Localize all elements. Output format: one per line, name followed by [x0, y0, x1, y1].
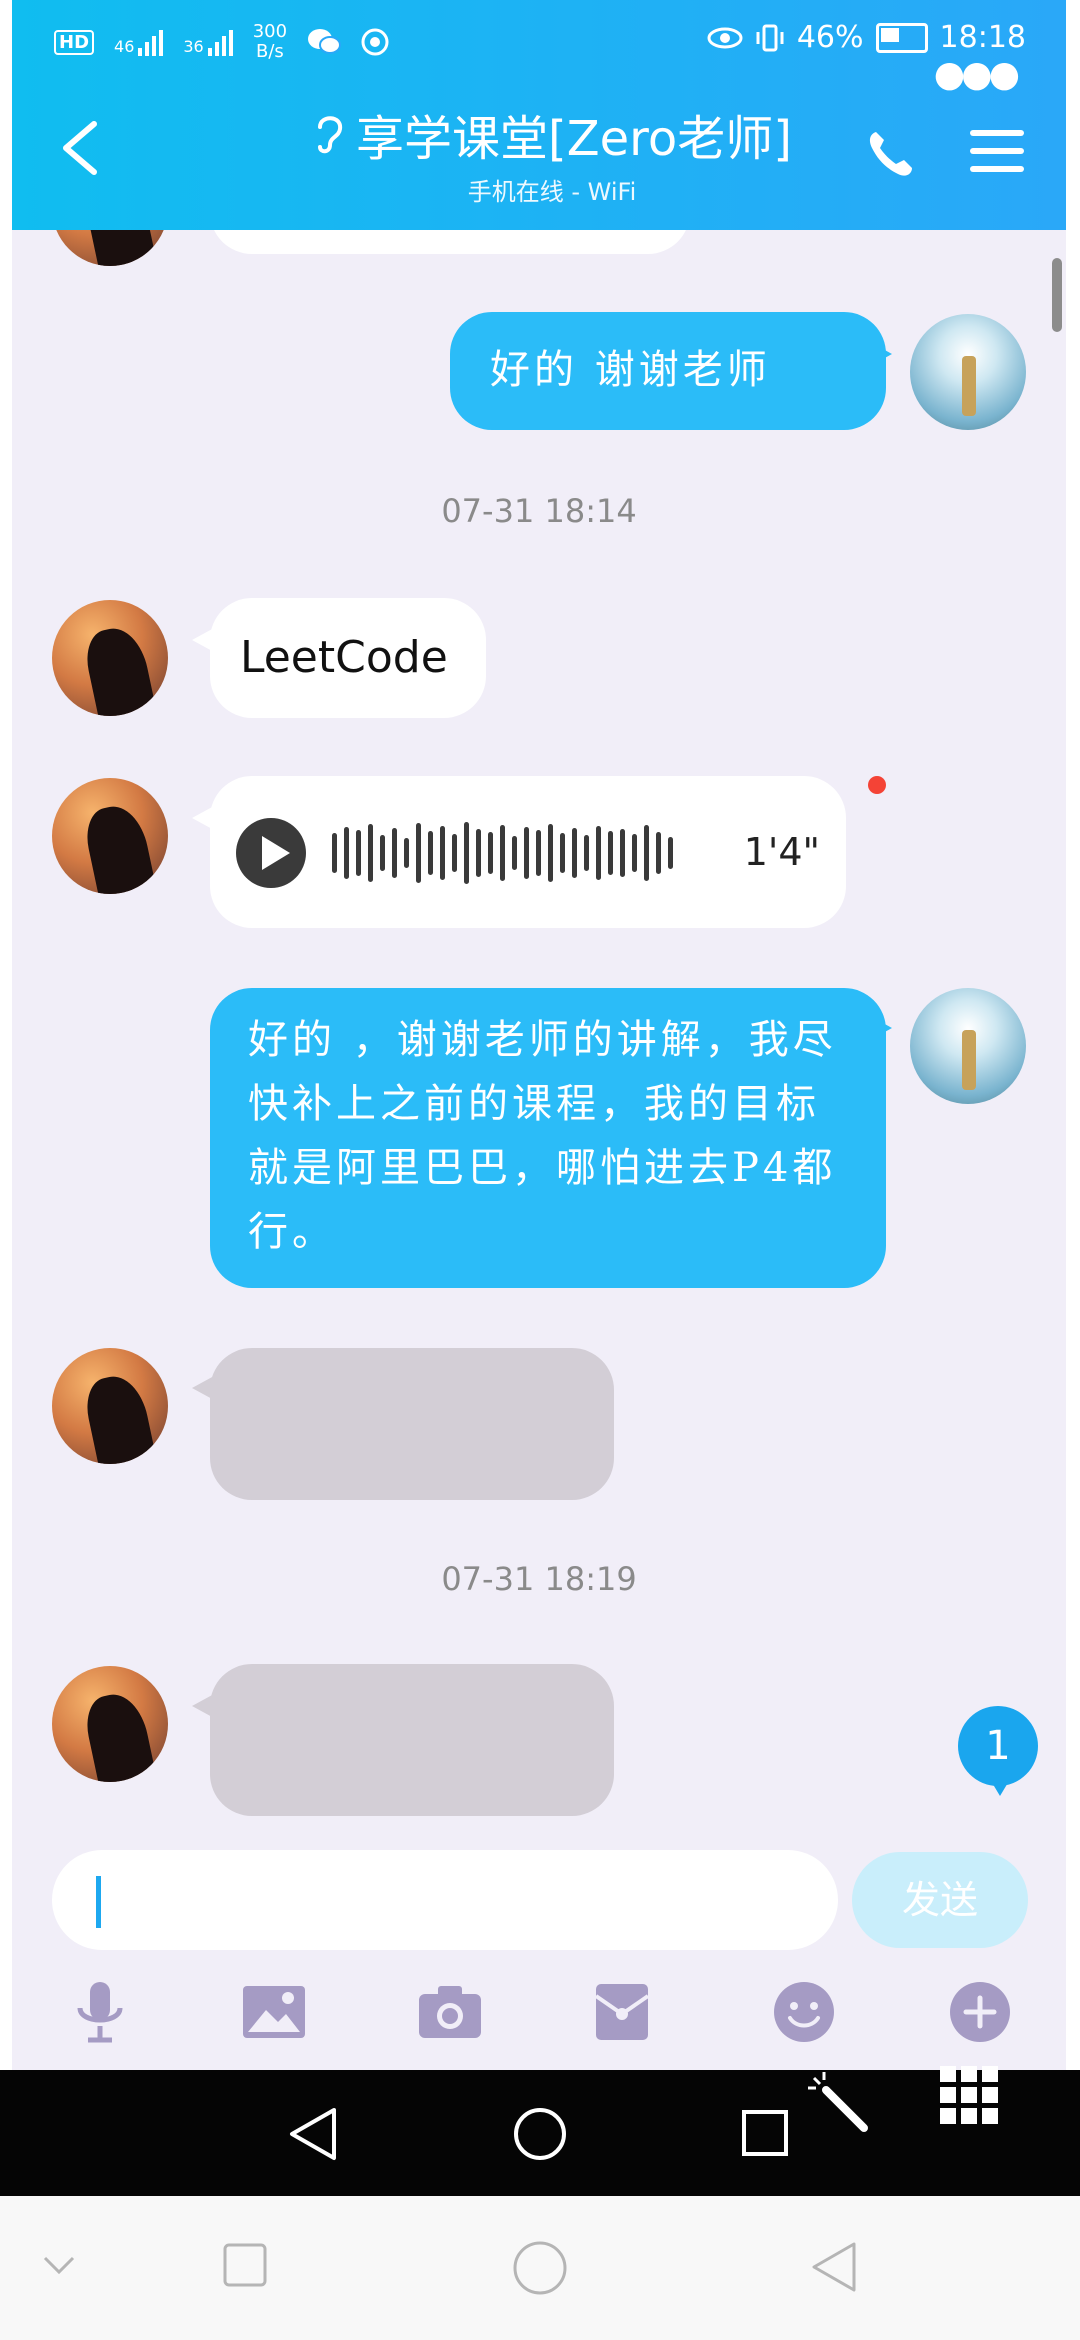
chat-title-text: 享学课堂[Zero老师]	[356, 111, 792, 167]
teacher-avatar[interactable]	[52, 778, 168, 894]
unread-voice-dot	[868, 776, 886, 794]
magic-wand-icon[interactable]	[804, 2068, 874, 2138]
message-bubble-outgoing[interactable]: 好的 谢谢老师	[450, 312, 886, 430]
clock: 18:18	[939, 20, 1026, 55]
screen-edge-left	[0, 0, 12, 2070]
teacher-avatar[interactable]	[52, 600, 168, 716]
message-input[interactable]	[52, 1850, 838, 1950]
message-bubble-incoming[interactable]: LeetCode	[210, 598, 486, 718]
keypad-grid-icon[interactable]	[938, 2064, 1000, 2126]
eye-icon	[707, 27, 743, 48]
ear-icon	[318, 116, 343, 154]
red-packet-icon[interactable]	[592, 1980, 652, 2044]
screen-edge-right	[1066, 0, 1080, 2070]
speed-value: 300	[252, 21, 288, 42]
text-cursor	[96, 1876, 101, 1928]
send-button[interactable]: 发送	[852, 1852, 1028, 1948]
waveform-icon	[332, 820, 673, 886]
teacher-avatar[interactable]	[52, 1348, 168, 1464]
new-message-count-badge[interactable]: 1	[958, 1706, 1038, 1796]
more-dots-icon: ●●●	[933, 54, 1020, 95]
message-bubble-loading[interactable]	[210, 1348, 614, 1500]
nav-recents-icon[interactable]	[740, 2108, 790, 2158]
battery-icon	[875, 22, 928, 53]
speed-unit: B/s	[256, 41, 284, 62]
chevron-down-icon[interactable]	[42, 2254, 76, 2276]
message-text: LeetCode	[240, 632, 448, 683]
status-bar: HD 46 36 300 B/s 46% 18:18	[12, 0, 1066, 84]
online-status: 手机在线 - WiFi	[467, 178, 637, 206]
recents-icon[interactable]	[222, 2242, 268, 2288]
chat-header: HD 46 36 300 B/s 46% 18:18 ●●● 享学课堂[Zero…	[12, 0, 1066, 230]
back-triangle-icon[interactable]	[808, 2240, 858, 2294]
battery-percent: 46%	[796, 20, 864, 55]
system-nav-bar	[0, 2066, 1080, 2196]
image-icon[interactable]	[240, 1980, 308, 2044]
message-text: 好的 谢谢老师	[490, 347, 771, 393]
nav-home-icon[interactable]	[512, 2106, 568, 2162]
signal-icon	[207, 28, 233, 56]
message-text: 好的 ，谢谢老师的讲解，我尽快补上之前的课程，我的目标就是阿里巴巴，哪怕进去P4…	[248, 1017, 837, 1255]
sim2-signal: 36	[183, 28, 233, 56]
signal-icon	[138, 28, 164, 56]
chat-title: 享学课堂[Zero老师]	[252, 108, 852, 170]
wechat-icon	[308, 29, 342, 54]
my-avatar[interactable]	[910, 988, 1026, 1104]
secondary-nav-bar	[0, 2196, 1080, 2340]
status-left: HD 46 36 300 B/s	[54, 22, 389, 62]
phone-call-icon[interactable]	[862, 126, 918, 182]
camera-icon[interactable]	[416, 1980, 484, 2044]
chat-screen: HD 46 36 300 B/s 46% 18:18 ●●● 享学课堂[Zero…	[0, 0, 1080, 2340]
timestamp: 07-31 18:19	[441, 1560, 637, 1598]
home-icon[interactable]	[512, 2240, 568, 2296]
hd-badge: HD	[54, 29, 95, 55]
chat-title-block[interactable]: 享学课堂[Zero老师] 手机在线 - WiFi	[252, 108, 852, 207]
sim2-label: 36	[183, 37, 204, 56]
sim1-label: 46	[114, 37, 135, 56]
avatar[interactable]	[52, 230, 168, 266]
nav-back-icon[interactable]	[286, 2106, 340, 2162]
back-icon[interactable]	[52, 118, 108, 178]
menu-icon[interactable]	[970, 130, 1024, 178]
voice-duration: 1'4"	[743, 830, 820, 874]
vibrate-icon	[756, 24, 784, 51]
play-icon[interactable]	[236, 818, 306, 888]
microphone-icon[interactable]	[70, 1980, 130, 2044]
message-bubble-partial[interactable]	[210, 230, 690, 254]
message-bubble-outgoing[interactable]: 好的 ，谢谢老师的讲解，我尽快补上之前的课程，我的目标就是阿里巴巴，哪怕进去P4…	[210, 988, 886, 1288]
shield-icon	[361, 28, 389, 56]
voice-message-bubble[interactable]: 1'4"	[210, 776, 846, 928]
input-toolbar	[12, 1980, 1066, 2060]
plus-icon[interactable]	[948, 1980, 1012, 2044]
scrollbar[interactable]	[1052, 258, 1062, 332]
input-bar: 发送	[12, 1830, 1066, 2070]
message-list[interactable]: 好的 谢谢老师 07-31 18:14 LeetCode 1'4" 好的 ，谢谢…	[12, 230, 1066, 1830]
my-avatar[interactable]	[910, 314, 1026, 430]
status-right: 46% 18:18	[707, 20, 1026, 55]
teacher-avatar[interactable]	[52, 1666, 168, 1782]
message-bubble-loading[interactable]	[210, 1664, 614, 1816]
timestamp: 07-31 18:14	[441, 492, 637, 530]
network-speed: 300 B/s	[253, 22, 287, 62]
emoji-icon[interactable]	[772, 1980, 836, 2044]
sim1-signal: 46	[114, 28, 164, 56]
